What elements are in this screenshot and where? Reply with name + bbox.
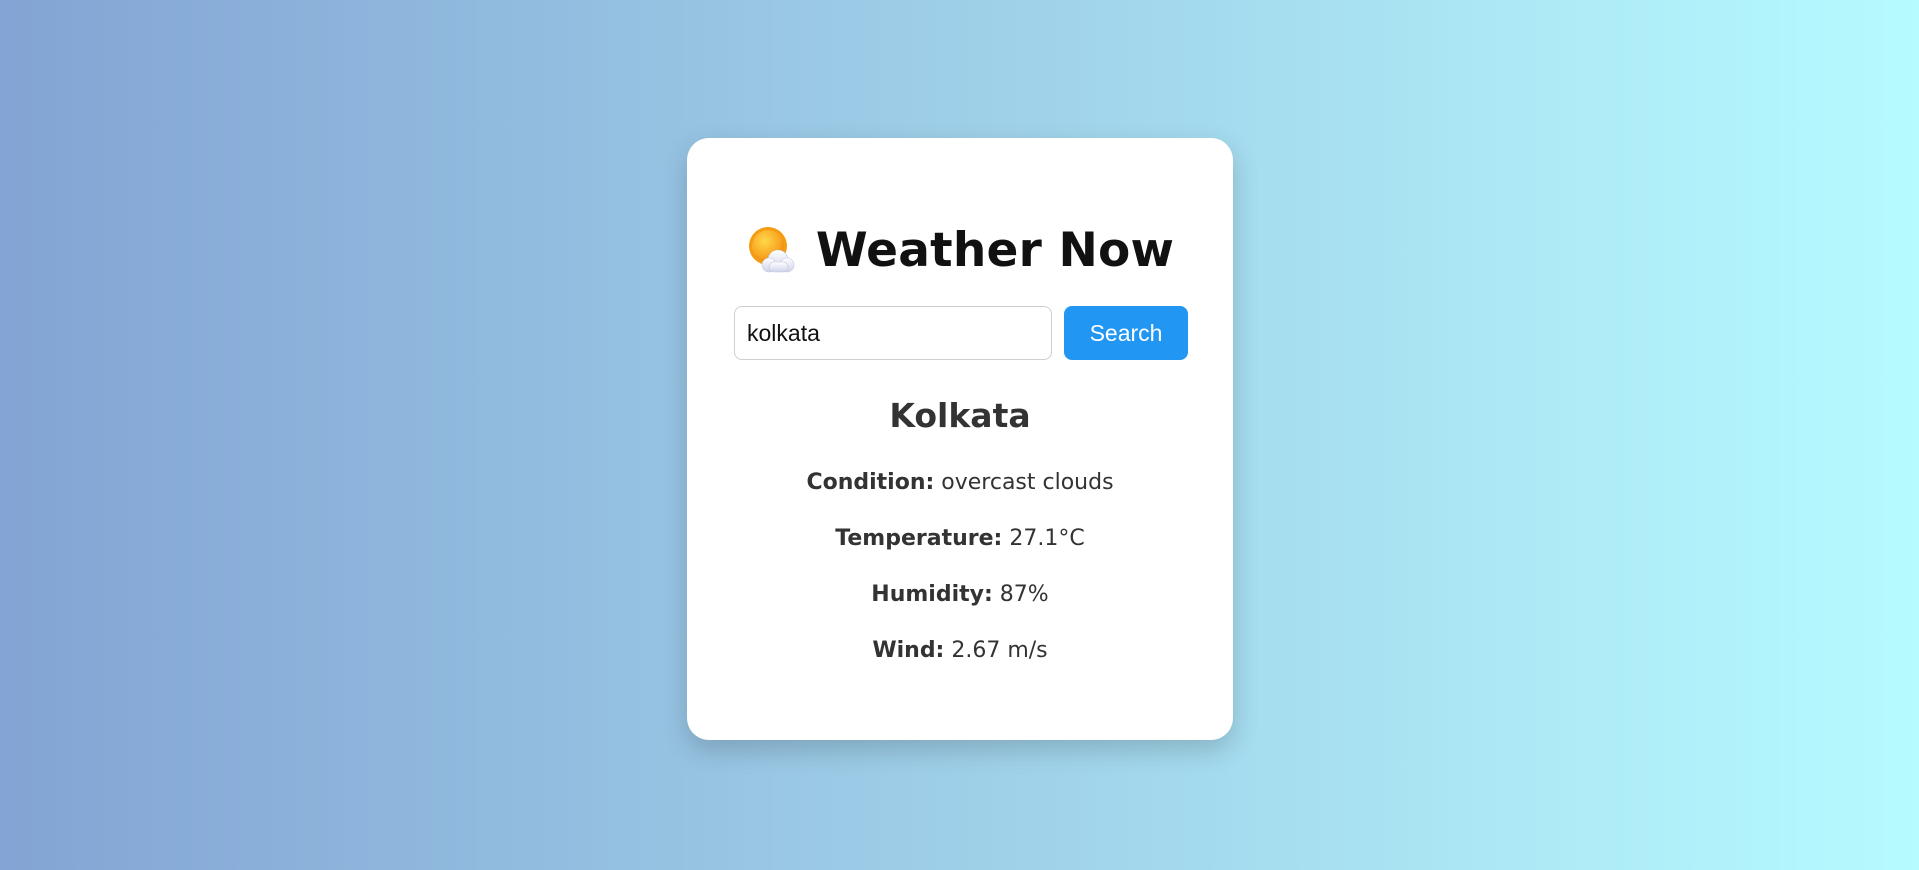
search-bar: Search bbox=[734, 306, 1188, 360]
weather-details: Condition: overcast clouds Temperature: … bbox=[687, 468, 1233, 692]
humidity-label: Humidity: bbox=[871, 582, 993, 607]
app-title: Weather Now bbox=[815, 222, 1175, 278]
condition-value: overcast clouds bbox=[941, 470, 1114, 495]
city-search-input[interactable] bbox=[734, 306, 1052, 360]
condition-label: Condition: bbox=[806, 470, 935, 495]
wind-line: Wind: 2.67 m/s bbox=[687, 636, 1233, 692]
temperature-label: Temperature: bbox=[835, 526, 1003, 551]
header: Weather Now bbox=[687, 224, 1233, 276]
wind-label: Wind: bbox=[872, 638, 945, 663]
temperature-line: Temperature: 27.1°C bbox=[687, 524, 1233, 580]
temperature-value: 27.1°C bbox=[1009, 526, 1085, 551]
humidity-line: Humidity: 87% bbox=[687, 580, 1233, 636]
wind-value: 2.67 m/s bbox=[951, 638, 1048, 663]
search-button[interactable]: Search bbox=[1064, 306, 1188, 360]
condition-line: Condition: overcast clouds bbox=[687, 468, 1233, 524]
city-name: Kolkata bbox=[889, 396, 1031, 435]
humidity-value: 87% bbox=[999, 582, 1049, 607]
sun-behind-cloud-icon bbox=[748, 227, 795, 273]
weather-card: Weather Now Search Kolkata Condition: ov… bbox=[687, 138, 1233, 740]
